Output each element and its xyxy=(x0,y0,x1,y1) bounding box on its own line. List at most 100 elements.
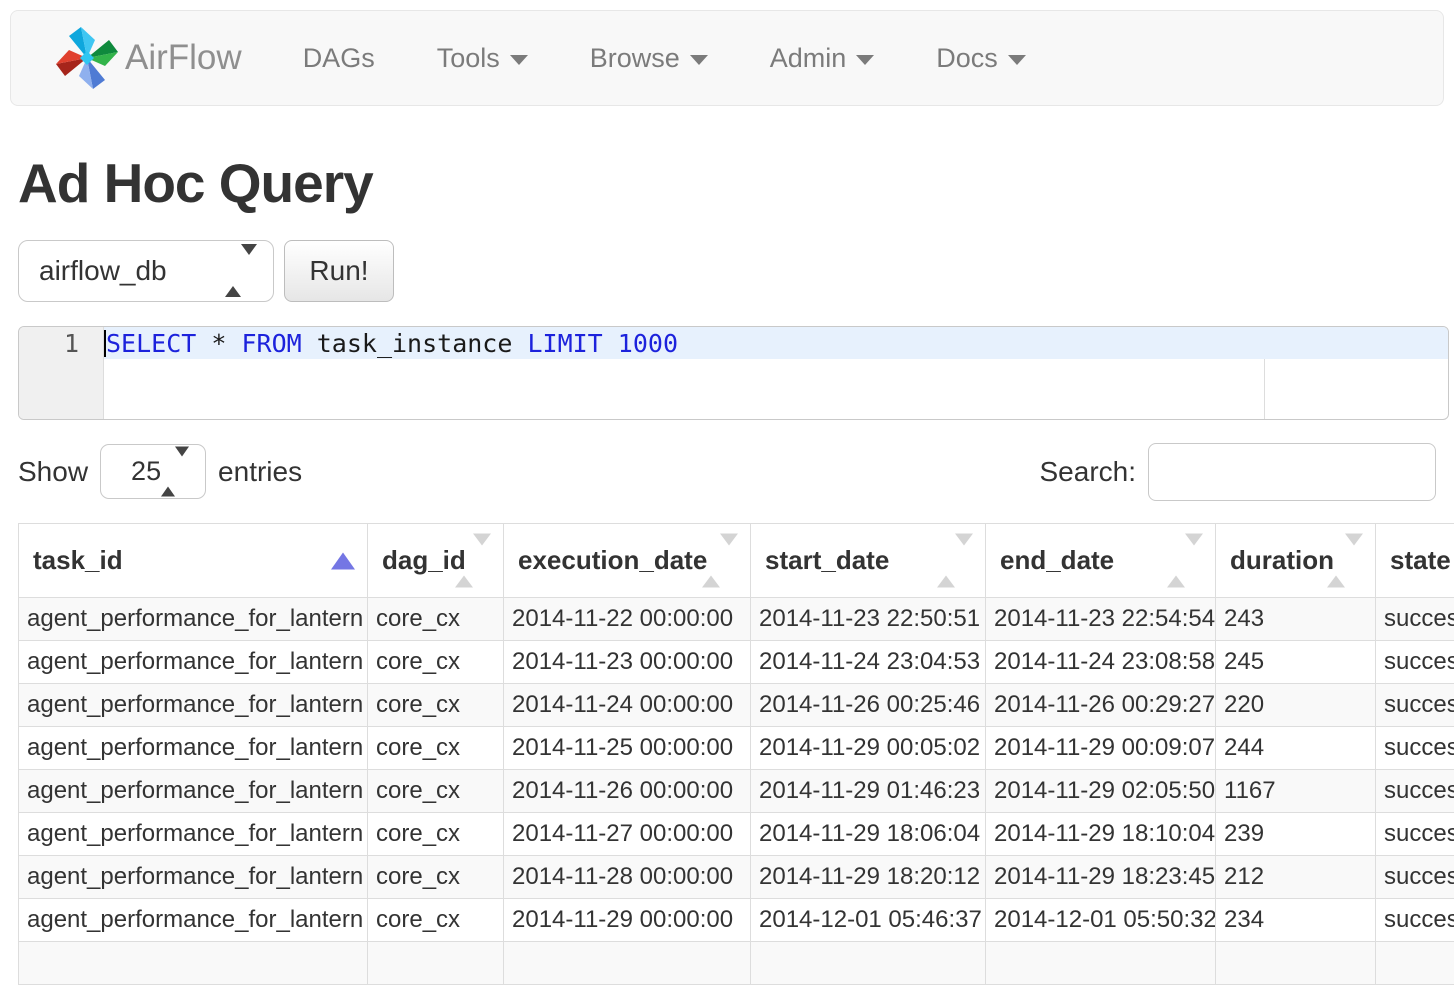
column-header-dag-id[interactable]: dag_id xyxy=(368,524,504,598)
brand-label: AirFlow xyxy=(125,38,242,78)
table-cell xyxy=(1376,942,1454,985)
airflow-brand[interactable]: AirFlow xyxy=(55,26,242,90)
nav-item-docs[interactable]: Docs xyxy=(905,10,1057,106)
search-input[interactable] xyxy=(1148,443,1436,501)
caret-down-icon xyxy=(1008,55,1026,65)
table-cell: 2014-11-29 01:46:23 xyxy=(751,770,986,813)
table-cell: 2014-11-29 00:09:07 xyxy=(986,727,1216,770)
sql-token: * xyxy=(196,328,241,359)
table-cell: success xyxy=(1376,727,1454,770)
table-cell: 2014-11-23 22:54:54 xyxy=(986,598,1216,641)
table-cell: 243 xyxy=(1216,598,1376,641)
sql-token: LIMIT xyxy=(527,328,602,359)
table-cell: 2014-11-25 00:00:00 xyxy=(504,727,751,770)
page-length-value: 25 xyxy=(131,456,161,487)
table-cell: 2014-11-23 22:50:51 xyxy=(751,598,986,641)
nav-item-admin[interactable]: Admin xyxy=(739,10,906,106)
column-label: execution_date xyxy=(518,545,707,575)
search-label: Search: xyxy=(1040,456,1137,488)
run-button[interactable]: Run! xyxy=(284,240,394,302)
table-cell: 2014-11-27 00:00:00 xyxy=(504,813,751,856)
table-cell: 2014-11-24 23:08:58 xyxy=(986,641,1216,684)
select-stepper-icon xyxy=(225,255,257,287)
table-cell: agent_performance_for_lantern xyxy=(19,641,368,684)
sql-editor[interactable]: 1 SELECT * FROM task_instance LIMIT 1000 xyxy=(18,326,1449,420)
table-cell: 234 xyxy=(1216,899,1376,942)
table-cell xyxy=(19,942,368,985)
table-row: agent_performance_for_lanterncore_cx2014… xyxy=(19,727,1454,770)
nav-label: Browse xyxy=(590,43,680,74)
table-cell: 239 xyxy=(1216,813,1376,856)
editor-divider xyxy=(1264,359,1265,419)
table-cell: 2014-11-29 18:23:45 xyxy=(986,856,1216,899)
table-cell: 2014-11-26 00:25:46 xyxy=(751,684,986,727)
show-label: Show xyxy=(18,456,88,488)
column-label: state xyxy=(1390,545,1451,575)
sort-asc-icon xyxy=(331,552,355,569)
nav-label: Tools xyxy=(437,43,500,74)
table-cell: agent_performance_for_lantern xyxy=(19,684,368,727)
table-cell: 2014-11-29 18:06:04 xyxy=(751,813,986,856)
sort-icon xyxy=(455,545,491,576)
table-cell: 2014-11-29 02:05:50 xyxy=(986,770,1216,813)
sort-icon xyxy=(937,545,973,576)
sql-token: FROM xyxy=(241,328,301,359)
column-header-state[interactable]: state xyxy=(1376,524,1454,598)
table-row: agent_performance_for_lanterncore_cx2014… xyxy=(19,598,1454,641)
main-nav: DAGs Tools Browse Admin Docs xyxy=(272,10,1057,106)
table-cell xyxy=(986,942,1216,985)
table-cell: agent_performance_for_lantern xyxy=(19,598,368,641)
database-select[interactable]: airflow_db xyxy=(18,240,274,302)
column-header-task-id[interactable]: task_id xyxy=(19,524,368,598)
sql-token: 1000 xyxy=(603,328,678,359)
table-row: agent_performance_for_lanterncore_cx2014… xyxy=(19,813,1454,856)
table-cell: 212 xyxy=(1216,856,1376,899)
column-header-duration[interactable]: duration xyxy=(1216,524,1376,598)
nav-item-browse[interactable]: Browse xyxy=(559,10,739,106)
column-label: duration xyxy=(1230,545,1334,575)
table-row: agent_performance_for_lanterncore_cx2014… xyxy=(19,641,1454,684)
table-cell: 2014-11-29 18:20:12 xyxy=(751,856,986,899)
database-select-value: airflow_db xyxy=(39,255,167,287)
caret-down-icon xyxy=(856,55,874,65)
page-length-control: Show 25 entries xyxy=(18,444,302,499)
table-row xyxy=(19,942,1454,985)
table-cell: agent_performance_for_lantern xyxy=(19,856,368,899)
nav-item-tools[interactable]: Tools xyxy=(406,10,559,106)
table-header-row: task_id dag_id execution_date start_date… xyxy=(19,524,1454,598)
caret-down-icon xyxy=(690,55,708,65)
sql-token: SELECT xyxy=(106,328,196,359)
page-title: Ad Hoc Query xyxy=(18,152,1436,214)
table-cell xyxy=(1216,942,1376,985)
editor-line-number-gutter: 1 xyxy=(19,327,104,419)
nav-label: Docs xyxy=(936,43,998,74)
page-length-select[interactable]: 25 xyxy=(100,444,206,499)
query-controls: airflow_db Run! xyxy=(18,240,1436,302)
column-header-execution-date[interactable]: execution_date xyxy=(504,524,751,598)
table-controls: Show 25 entries Search: xyxy=(18,442,1436,501)
results-table-body: agent_performance_for_lanterncore_cx2014… xyxy=(19,598,1454,985)
table-cell: 2014-11-26 00:29:27 xyxy=(986,684,1216,727)
table-cell: 2014-11-26 00:00:00 xyxy=(504,770,751,813)
table-cell: core_cx xyxy=(368,856,504,899)
table-cell: 1167 xyxy=(1216,770,1376,813)
table-cell: success xyxy=(1376,856,1454,899)
sql-token: task_instance xyxy=(302,328,528,359)
table-row: agent_performance_for_lanterncore_cx 2014… xyxy=(19,856,1454,899)
table-cell: 2014-11-24 23:04:53 xyxy=(751,641,986,684)
table-cell: core_cx xyxy=(368,727,504,770)
sort-icon xyxy=(1167,545,1203,576)
entries-label: entries xyxy=(218,456,302,488)
column-header-end-date[interactable]: end_date xyxy=(986,524,1216,598)
editor-content[interactable]: SELECT * FROM task_instance LIMIT 1000 xyxy=(104,327,1448,419)
table-cell xyxy=(368,942,504,985)
column-label: start_date xyxy=(765,545,889,575)
column-header-start-date[interactable]: start_date xyxy=(751,524,986,598)
navbar: AirFlow DAGs Tools Browse Admin Docs xyxy=(10,10,1444,106)
table-cell: core_cx xyxy=(368,899,504,942)
column-label: task_id xyxy=(33,545,123,575)
table-cell: success xyxy=(1376,684,1454,727)
nav-item-dags[interactable]: DAGs xyxy=(272,10,406,106)
caret-down-icon xyxy=(510,55,528,65)
table-cell: success xyxy=(1376,641,1454,684)
